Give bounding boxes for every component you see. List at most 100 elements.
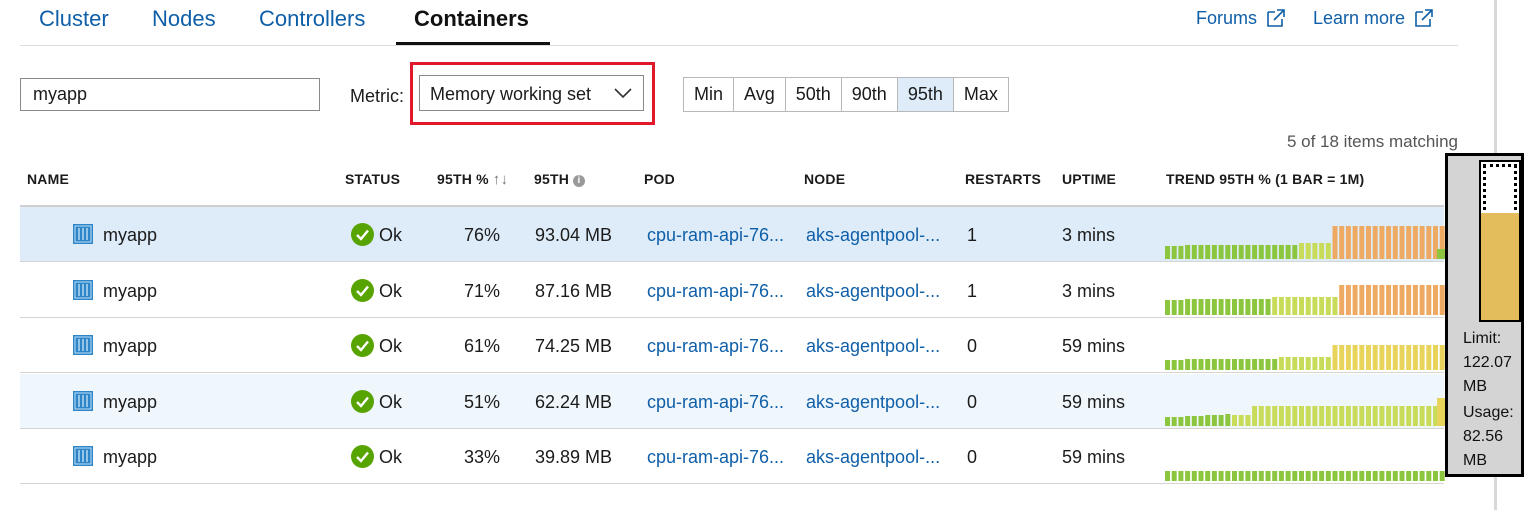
column-header-uptime[interactable]: UPTIME xyxy=(1062,171,1116,187)
percentile-50th-button[interactable]: 50th xyxy=(785,78,842,111)
trend-bar xyxy=(1185,471,1191,481)
trend-bar xyxy=(1285,406,1291,426)
trend-bar xyxy=(1178,246,1184,259)
column-header-pod[interactable]: POD xyxy=(644,171,675,187)
chevron-down-icon xyxy=(614,88,632,99)
learn-more-link[interactable]: Learn more xyxy=(1313,7,1435,29)
trend-bar xyxy=(1245,471,1251,481)
trend-bar xyxy=(1439,471,1445,481)
percentile-min-button[interactable]: Min xyxy=(684,78,735,111)
trend-bar xyxy=(1205,299,1211,315)
tab-containers[interactable]: Containers xyxy=(414,6,529,32)
trend-bar xyxy=(1392,471,1398,481)
column-header-status[interactable]: STATUS xyxy=(345,171,400,187)
container-icon xyxy=(73,280,93,300)
active-tab-indicator xyxy=(396,42,550,45)
trend-bar xyxy=(1426,226,1432,259)
trend-bar xyxy=(1299,357,1304,370)
container-name[interactable]: myapp xyxy=(103,447,157,468)
trend-tooltip: Limit: 122.07 MB Usage: 82.56 MB xyxy=(1445,153,1524,477)
pod-link[interactable]: cpu-ram-api-76... xyxy=(647,392,784,413)
trend-bar xyxy=(1198,471,1204,481)
trend-bar xyxy=(1225,414,1231,426)
node-link[interactable]: aks-agentpool-... xyxy=(806,336,940,357)
column-header-node[interactable]: NODE xyxy=(804,171,845,187)
node-link[interactable]: aks-agentpool-... xyxy=(806,392,940,413)
trend-bar xyxy=(1185,359,1191,370)
usage-unit: MB xyxy=(1463,452,1487,469)
trend-sparkline[interactable] xyxy=(1165,429,1447,484)
trend-bar xyxy=(1211,415,1217,426)
percentile-95th-button[interactable]: 95th xyxy=(897,78,954,111)
node-link[interactable]: aks-agentpool-... xyxy=(806,447,940,468)
forums-link-label: Forums xyxy=(1196,7,1258,28)
status-text: Ok xyxy=(379,281,403,301)
sort-icon[interactable]: ↑↓ xyxy=(493,171,508,188)
trend-bar xyxy=(1412,471,1418,481)
search-input[interactable] xyxy=(20,78,320,111)
info-icon[interactable]: i xyxy=(573,175,586,187)
trend-bar xyxy=(1258,299,1264,315)
table-row[interactable]: myapp Ok 71% 87.16 MB cpu-ram-api-76... … xyxy=(20,263,1447,318)
trend-bar xyxy=(1211,245,1217,259)
container-name[interactable]: myapp xyxy=(103,392,157,413)
trend-sparkline[interactable] xyxy=(1165,263,1447,318)
trend-sparkline[interactable] xyxy=(1165,374,1447,429)
trend-bar xyxy=(1412,345,1418,370)
pod-link[interactable]: cpu-ram-api-76... xyxy=(647,336,784,357)
metric-dropdown[interactable]: Memory working set xyxy=(419,75,644,111)
pod-link[interactable]: cpu-ram-api-76... xyxy=(647,447,784,468)
trend-sparkline[interactable] xyxy=(1165,318,1447,373)
trend-bar xyxy=(1299,297,1304,315)
container-name[interactable]: myapp xyxy=(103,281,157,302)
trend-bar xyxy=(1332,297,1338,315)
trend-sparkline[interactable] xyxy=(1165,207,1447,262)
ok-status-icon xyxy=(351,223,374,246)
percentile-90th-button[interactable]: 90th xyxy=(841,78,898,111)
trend-bar xyxy=(1319,471,1325,481)
tab-cluster[interactable]: Cluster xyxy=(39,6,109,32)
tab-controllers[interactable]: Controllers xyxy=(259,6,365,32)
table-row[interactable]: myapp Ok 51% 62.24 MB cpu-ram-api-76... … xyxy=(20,374,1447,429)
trend-bar xyxy=(1366,406,1371,426)
pod-link[interactable]: cpu-ram-api-76... xyxy=(647,281,784,302)
trend-bar xyxy=(1312,471,1318,481)
node-link[interactable]: aks-agentpool-... xyxy=(806,281,940,302)
column-header-name[interactable]: NAME xyxy=(27,171,69,187)
pod-link[interactable]: cpu-ram-api-76... xyxy=(647,225,784,246)
trend-bar xyxy=(1218,415,1224,426)
trend-bar xyxy=(1299,406,1304,426)
trend-bar xyxy=(1211,299,1217,315)
trend-bar xyxy=(1265,359,1271,370)
column-header-percent[interactable]: 95TH % ↑↓ xyxy=(437,171,508,188)
table-row[interactable]: myapp Ok 76% 93.04 MB cpu-ram-api-76... … xyxy=(20,207,1447,262)
trend-bar xyxy=(1225,245,1231,259)
column-header-restarts[interactable]: RESTARTS xyxy=(965,171,1041,187)
restarts-value: 1 xyxy=(967,225,978,245)
column-header-value[interactable]: 95TH i xyxy=(534,171,586,187)
forums-link[interactable]: Forums xyxy=(1196,7,1287,29)
column-header-percent-label: 95TH % xyxy=(437,171,489,187)
trend-bar xyxy=(1406,345,1412,370)
trend-bar xyxy=(1171,417,1177,426)
trend-bar xyxy=(1205,245,1211,259)
container-name[interactable]: myapp xyxy=(103,336,157,357)
trend-bar xyxy=(1265,299,1271,315)
trend-bar xyxy=(1437,249,1445,259)
trend-bar xyxy=(1352,471,1358,481)
trend-bar xyxy=(1198,299,1204,315)
column-header-trend[interactable]: TREND 95TH % (1 BAR = 1M) xyxy=(1166,171,1364,187)
trend-bar xyxy=(1312,243,1318,259)
trend-bar xyxy=(1205,359,1211,370)
trend-bar xyxy=(1319,297,1325,315)
node-link[interactable]: aks-agentpool-... xyxy=(806,225,940,246)
table-row[interactable]: myapp Ok 61% 74.25 MB cpu-ram-api-76... … xyxy=(20,318,1447,373)
tab-nodes[interactable]: Nodes xyxy=(152,6,216,32)
table-row[interactable]: myapp Ok 33% 39.89 MB cpu-ram-api-76... … xyxy=(20,429,1447,484)
trend-bar xyxy=(1165,417,1170,426)
container-name[interactable]: myapp xyxy=(103,225,157,246)
percent-value: 76% xyxy=(463,225,500,245)
percentile-max-button[interactable]: Max xyxy=(953,78,1008,111)
percentile-avg-button[interactable]: Avg xyxy=(734,78,786,111)
trend-bar xyxy=(1252,471,1258,481)
